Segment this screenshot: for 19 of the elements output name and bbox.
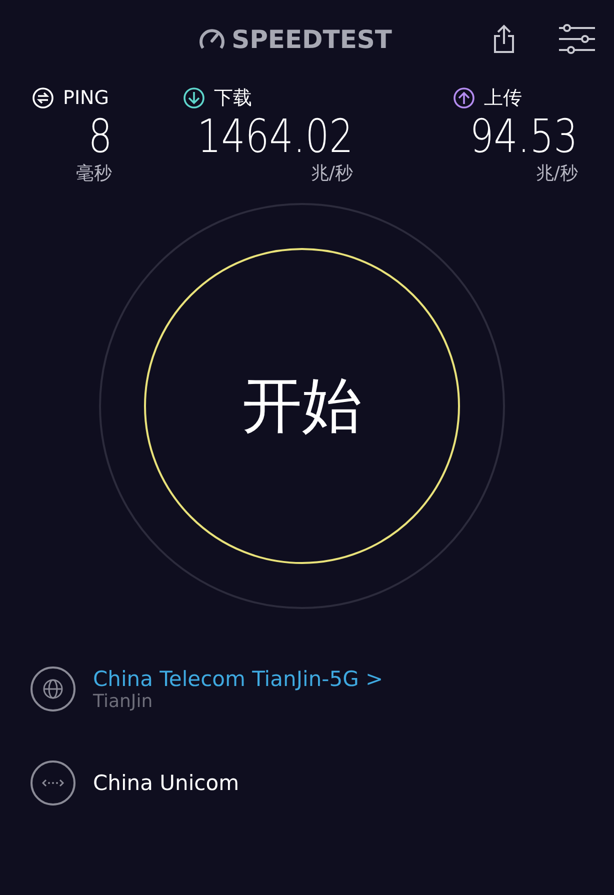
metric-value: 1464.02 — [197, 110, 353, 162]
metric-label: 上传 — [484, 86, 522, 111]
globe-icon — [30, 666, 76, 712]
start-button[interactable]: 开始 — [144, 248, 460, 564]
metric-label: PING — [63, 87, 109, 109]
share-icon[interactable] — [492, 24, 516, 54]
metric-value: 8 — [88, 110, 112, 162]
gauge-icon — [198, 27, 226, 51]
settings-icon[interactable] — [558, 24, 596, 54]
connection-icon — [30, 760, 76, 806]
server-location: TianJin — [93, 690, 154, 712]
server-link[interactable]: China Telecom TianJin-5G > — [93, 666, 384, 690]
metric-unit: 兆/秒 — [536, 162, 578, 186]
metric-unit: 兆/秒 — [310, 162, 353, 186]
speedtest-logo: SPEEDTEST — [232, 24, 392, 54]
metric-value: 94.53 — [470, 110, 578, 162]
metric-label: 下载 — [214, 86, 252, 111]
provider-name: China Unicom — [93, 771, 240, 795]
metric-unit: 毫秒 — [76, 162, 112, 186]
